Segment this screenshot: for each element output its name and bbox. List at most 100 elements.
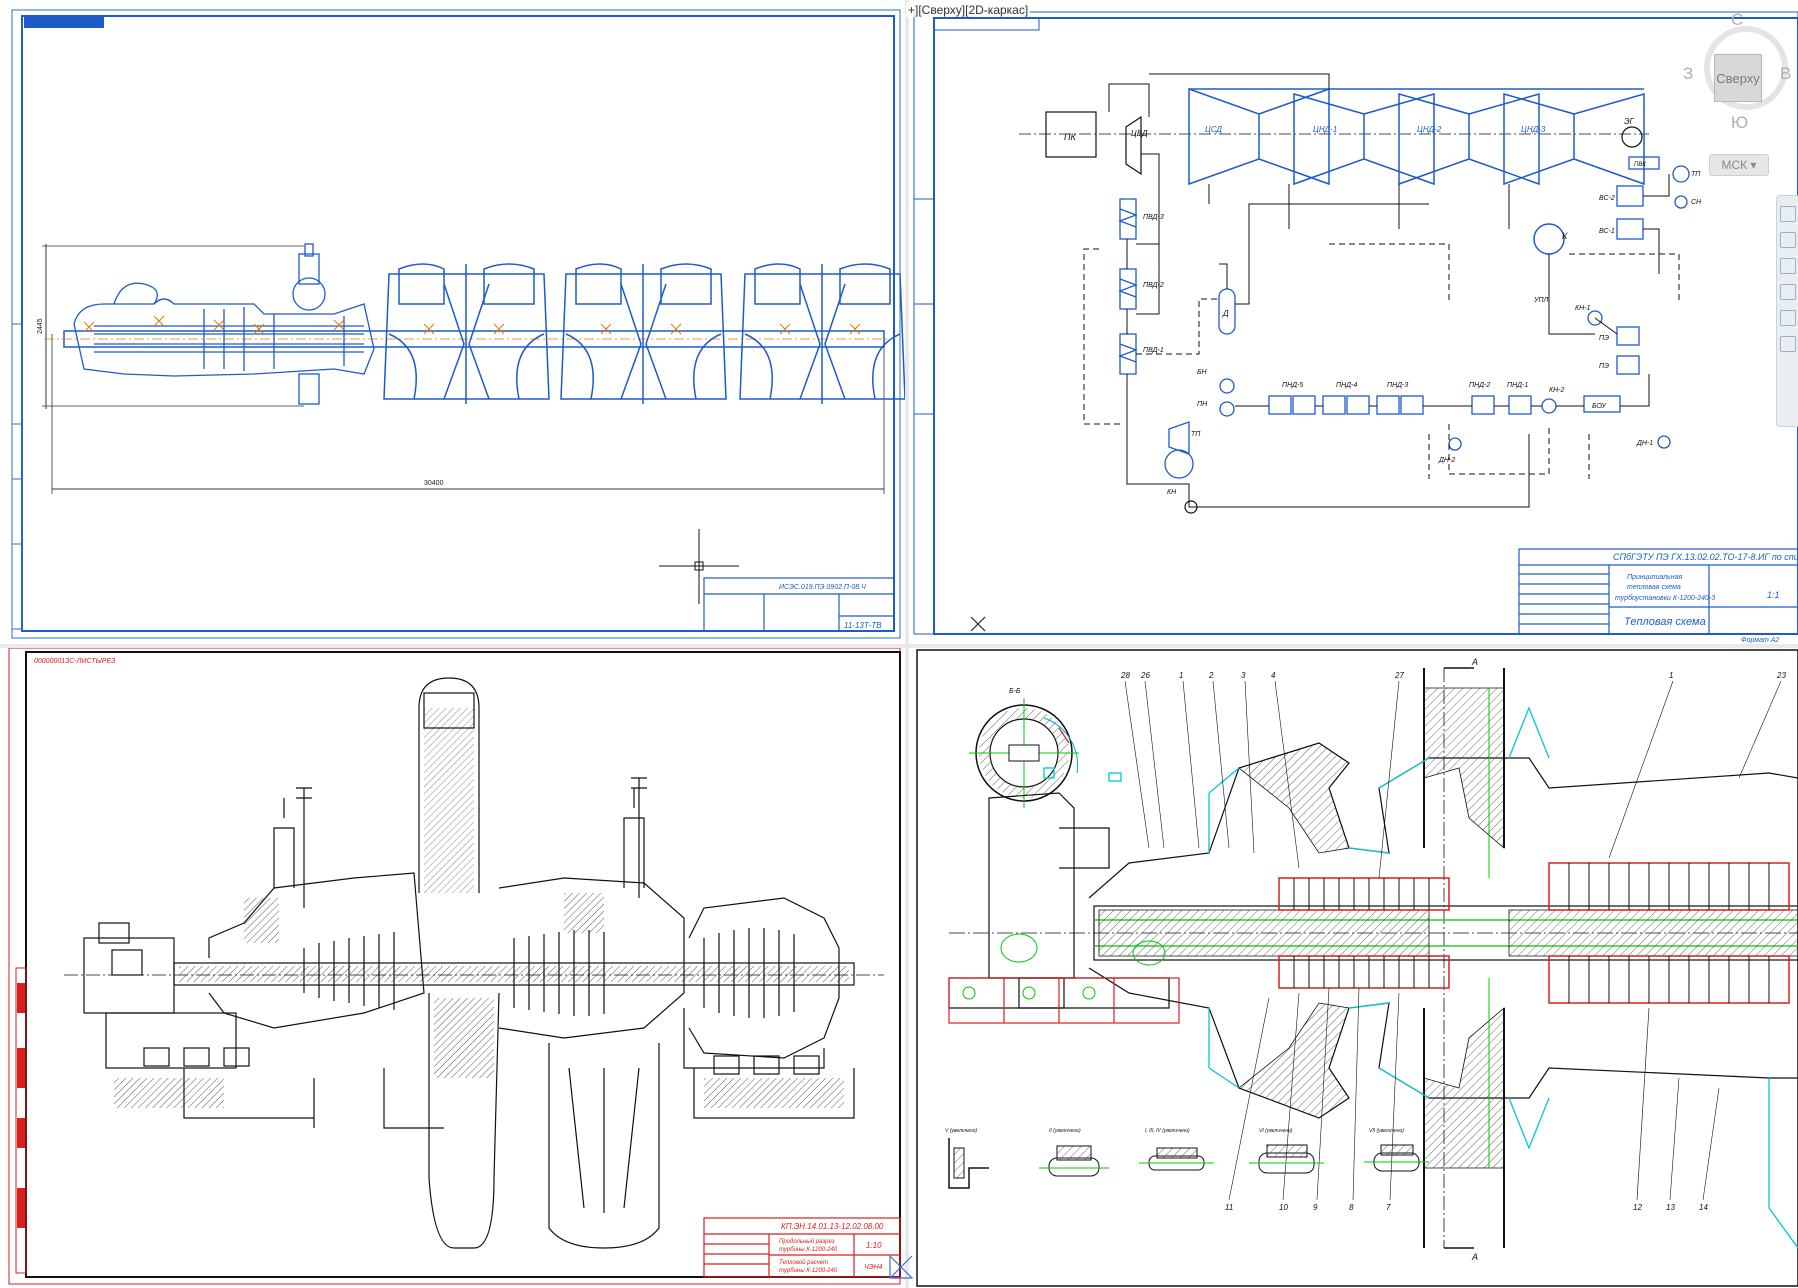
svg-text:7: 7 (1386, 1203, 1391, 1212)
sheet3-name-2: турбины К-1200-240 (779, 1247, 838, 1253)
viewcube[interactable]: Сверху С Ю З В МСК ▾ (1680, 8, 1798, 178)
svg-text:14: 14 (1699, 1203, 1708, 1212)
label-upl: УПЛ (1533, 297, 1549, 304)
label-tp: ТП (1191, 431, 1201, 438)
svg-text:1: 1 (1669, 671, 1673, 680)
label-pk: ПК (1064, 132, 1077, 142)
label-cnd3: ЦНД-3 (1521, 125, 1546, 134)
detail-ii-label: II (увеличено) (1049, 1128, 1081, 1134)
compass-west[interactable]: З (1683, 64, 1693, 84)
zoom-icon[interactable] (1780, 258, 1796, 274)
label-pvd2: ПВД-2 (1143, 282, 1164, 289)
label-pnd4: ПНД-4 (1336, 382, 1357, 389)
svg-text:11: 11 (1225, 1203, 1233, 1212)
label-p3: ПЭ (1599, 335, 1609, 342)
label-dn1: ДН-1 (1636, 440, 1653, 447)
sheet2-name-1: Принципиальная (1627, 574, 1683, 581)
viewport-divider-horizontal[interactable] (0, 644, 1798, 648)
label-d: Д (1222, 309, 1229, 318)
sheet1-subtitle: 11-13Т-ТВ (844, 621, 882, 630)
sheet3-scale: 1:10 (866, 1241, 882, 1250)
sheet3-corner-label: 00000001ЗС-ЛИСТЫРЕЗ (34, 658, 116, 665)
label-vs2: ВС-2 (1599, 195, 1615, 202)
cut-a-top: А (1471, 657, 1478, 667)
showmotion-icon[interactable] (1780, 310, 1796, 326)
svg-text:9: 9 (1313, 1203, 1318, 1212)
label-dn2: ДН-2 (1438, 457, 1455, 464)
compass-south[interactable]: Ю (1731, 113, 1748, 133)
compass-north[interactable]: С (1731, 10, 1743, 30)
detail-section-bb (969, 698, 1079, 808)
label-pvd3: ПВД-3 (1143, 214, 1164, 221)
cad-cursor (659, 529, 739, 604)
label-boy: БОУ (1592, 403, 1607, 410)
ucs-icon (889, 1254, 914, 1279)
sheet2-format: Формат А2 (1741, 637, 1779, 644)
label-pnd2: ПНД-2 (1469, 382, 1490, 389)
label-cnd2: ЦНД-2 (1417, 125, 1442, 134)
dim-height: 2445 (37, 318, 44, 334)
detail-vii-label: VII (увеличено) (1369, 1128, 1404, 1134)
lp-cylinders (383, 263, 905, 404)
svg-text:8: 8 (1349, 1203, 1354, 1212)
svg-text:27: 27 (1394, 671, 1404, 680)
label-k: К (1562, 231, 1568, 241)
label-csd: ЦСД (1205, 125, 1222, 134)
sheet3-name-4: турбины К-1200-240 (779, 1268, 838, 1274)
drawing-detailed-section: А А Б-Б 28 26 1 2 3 4 27 1 23 11 10 9 8 … (916, 649, 1798, 1287)
compass-east[interactable]: В (1780, 64, 1791, 84)
label-kn: КН (1167, 489, 1177, 496)
drawing-thermal-scheme: ПК ЦВД ЦСД ЦНД-1 ЦНД-2 ЦНД-3 ЭГ К ПВД-3 … (913, 11, 1798, 644)
drawing-longitudinal-section: 00000001ЗС-ЛИСТЫРЕЗ КП.ЭН.14.01.13-12.02… (8, 648, 901, 1285)
label-kn1: КН-1 (1575, 305, 1591, 312)
detail-v-label: V (увеличено) (945, 1128, 978, 1134)
viewcube-face-top[interactable]: Сверху (1714, 54, 1762, 102)
svg-text:1: 1 (1179, 671, 1183, 680)
viewport-top-right[interactable]: ПК ЦВД ЦСД ЦНД-1 ЦНД-2 ЦНД-3 ЭГ К ПВД-3 … (909, 4, 1798, 644)
orbit-icon[interactable] (1780, 284, 1796, 300)
detail-vi-label: VI (увеличено) (1259, 1128, 1293, 1134)
nav-settings-icon[interactable] (1780, 336, 1796, 352)
svg-text:26: 26 (1140, 671, 1150, 680)
viewport-controls-label[interactable]: +][Сверху][2D-каркас] (906, 3, 1031, 17)
svg-text:23: 23 (1776, 671, 1786, 680)
detail-i-label: I, III, IV (увеличено) (1145, 1128, 1190, 1134)
navigation-bar[interactable] (1776, 195, 1798, 427)
viewport-bottom-right[interactable]: А А Б-Б 28 26 1 2 3 4 27 1 23 11 10 9 8 … (909, 648, 1798, 1288)
label-pn: ПН (1197, 401, 1208, 408)
label-cnd1: ЦНД-1 (1313, 125, 1337, 134)
label-pnd5: ПНД-5 (1282, 382, 1303, 389)
label-pvd1: ПВД-1 (1143, 347, 1164, 354)
ucs-marker (970, 616, 986, 632)
sheet2-doc-code: СПбГЭТУ ПЭ ГХ.13.02.02.ТО-17-8.ИГ по спи… (1613, 552, 1798, 562)
chevron-down-icon: ▾ (1750, 158, 1757, 172)
label-cn: СН (1691, 199, 1702, 206)
dim-length: 30400 (424, 480, 444, 487)
viewport-top-left[interactable]: 2445 30400 ИСЭС.019.ПЭ.0902.П-08.Ч 11-13… (4, 4, 905, 644)
svg-text:28: 28 (1120, 671, 1130, 680)
svg-text:2: 2 (1208, 671, 1214, 680)
pan-icon[interactable] (1780, 232, 1796, 248)
steering-wheel-icon[interactable] (1780, 206, 1796, 222)
svg-text:12: 12 (1633, 1203, 1642, 1212)
label-pnd1: ПНД-1 (1507, 382, 1528, 389)
svg-text:4: 4 (1271, 671, 1276, 680)
drawing-turbine-side-view: 2445 30400 ИСЭС.019.ПЭ.0902.П-08.Ч 11-13… (11, 9, 905, 639)
label-vs1: ВС-1 (1599, 228, 1615, 235)
sheet2-name-2: тепловая схема (1627, 584, 1681, 591)
svg-text:13: 13 (1666, 1203, 1675, 1212)
label-bn: БН (1197, 369, 1208, 376)
wcs-label: МСК (1721, 158, 1748, 172)
label-eg: ЭГ (1624, 117, 1635, 126)
sheet1-doc-code: ИСЭС.019.ПЭ.0902.П-08.Ч (779, 584, 866, 591)
sheet2-drawing-name: Тепловая схема (1624, 616, 1706, 628)
viewport-bottom-left[interactable]: 00000001ЗС-ЛИСТЫРЕЗ КП.ЭН.14.01.13-12.02… (4, 648, 905, 1288)
sheet2-sheet: 1:1 (1767, 590, 1780, 600)
sheet3-group: ЧЭН4 (864, 1264, 883, 1271)
label-kn2: КН-2 (1549, 387, 1565, 394)
wcs-dropdown[interactable]: МСК ▾ (1709, 154, 1769, 176)
sheet3-doc-code: КП.ЭН.14.01.13-12.02.08.00 (781, 1222, 884, 1231)
svg-text:3: 3 (1241, 671, 1246, 680)
sheet2-name-3: турбоустановки К-1200-240-3 (1615, 594, 1715, 602)
sheet3-name-1: Продольный разрез (779, 1238, 835, 1245)
